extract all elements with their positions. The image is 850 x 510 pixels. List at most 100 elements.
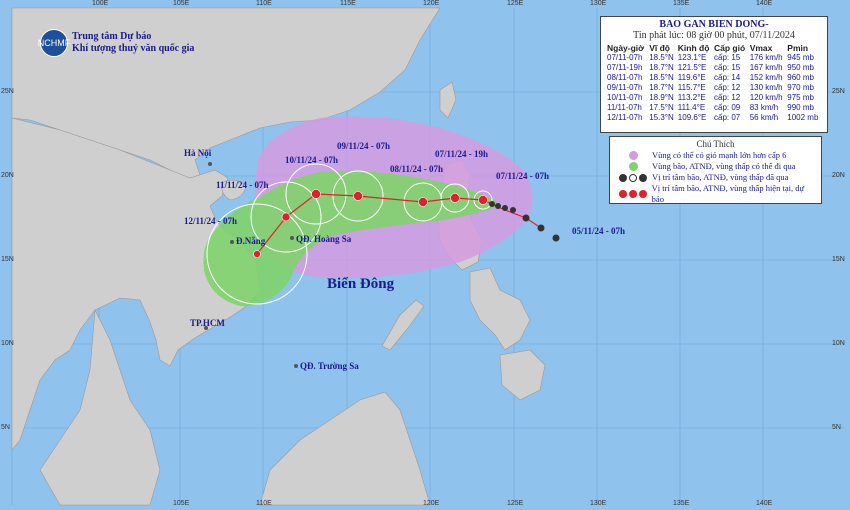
cell: 09/11-07h [607,83,643,92]
legend-item: Vùng bão, ATNĐ, vùng thấp có thể đi qua [614,161,817,172]
legend-label: Vị trí tâm bão, ATNĐ, vùng thấp đã qua [652,172,789,182]
cell: 1002 mb [787,113,819,122]
label-danang: Đ.Nẵng [236,236,266,246]
track-label-08-11-07h: 08/11/24 - 07h [390,164,444,174]
cell: 945 mb [787,53,814,62]
tick-left-25n: 25N [1,88,14,95]
table-row: 11/11-07h 17.5°N 111.4°E cấp: 09 83 km/h 990 … [606,103,822,113]
table-row: 10/11-07h 18.9°N 113.2°E cấp: 12 120 km/h 975… [606,93,822,103]
legend-item: Vị trí tâm bão, ATNĐ, vùng thấp đã qua [614,172,817,183]
cell: 975 mb [787,93,814,102]
cell: 111.4°E [677,103,706,112]
track-label-09-11-07h: 09/11/24 - 07h [337,141,391,151]
cell: 56 km/h [749,113,779,122]
tick-right-25n: 25N [832,88,845,95]
track-label-10-11-07h: 10/11/24 - 07h [285,155,339,165]
cell: 167 km/h [749,63,783,72]
label-bien-dong: Biển Đông [327,276,395,292]
cell: 18.7°N [649,63,674,72]
agency-line1: Trung tâm Dự báo [72,31,152,42]
cell: 07/11-07h [607,53,643,62]
cell: 152 km/h [749,73,783,82]
cell: 130 km/h [749,83,783,92]
label-hcm: TP.HCM [190,318,225,328]
cell: cấp: 14 [714,73,741,82]
forecast-storm-icon [618,190,627,198]
past-storm-icon [619,173,627,182]
tick-right-10n: 10N [832,340,845,347]
cell: 960 mb [787,73,814,82]
cell: 12/11-07h [607,113,643,122]
legend-item: Vị trí tâm bão, ATNĐ, vùng thấp hiện tại… [614,183,817,205]
table-row: 07/11-07h 18.5°N 123.1°E cấp: 15 176 km/h 945… [606,53,822,63]
past-depression-icon [629,173,637,182]
cell: 17.5°N [649,103,674,112]
tick-bottom-125e: 125E [507,500,524,507]
label-hanoi: Hà Nội [184,148,212,158]
cell: 07/11-19h [607,63,643,72]
cell: 990 mb [787,103,814,112]
cell: cấp: 15 [714,63,741,72]
bulletin-header-row: Ngày-giờ Vĩ độ Kinh độ Cấp gió Vmax Pmin [606,43,822,53]
cell: 08/11-07h [607,73,643,82]
tick-left-20n: 20N [1,172,14,179]
cell: 18.9°N [649,93,674,102]
bulletin-title: BAO GAN BIEN DONG- [659,19,769,30]
track-label-07-11-19h: 07/11/24 - 19h [435,149,489,159]
tick-left-15n: 15N [1,256,14,263]
forecast-depression-icon [628,190,637,198]
bulletin-issued: Tin phát lúc: 08 giờ 00 phút, 07/11/2024 [633,30,795,41]
cell: 18.7°N [649,83,674,92]
legend-item: Vùng có thể có gió mạnh lớn hơn cấp 6 [614,150,817,161]
cell: 109.6°E [677,113,707,122]
header-cell: Cấp gió [714,43,746,53]
legend-box: Chú Thích Vùng có thể có gió mạnh lớn hơ… [609,136,822,204]
cell: 113.2°E [677,93,706,102]
tick-bottom-105e: 105E [173,500,190,507]
table-row: 09/11-07h 18.7°N 115.7°E cấp: 12 130 km/h 970… [606,83,822,93]
tick-top-120e: 120E [423,0,440,7]
header-cell: Kinh độ [677,43,710,53]
tick-left-10n: 10N [1,340,14,347]
cell: 970 mb [787,83,814,92]
tick-top-100e: 100E [92,0,109,7]
legend-label: Vị trí tâm bão, ATNĐ, vùng thấp hiện tại… [651,183,805,204]
legend-label: Vùng bão, ATNĐ, vùng thấp có thể đi qua [652,161,796,171]
table-row: 12/11-07h 15.3°N 109.6°E cấp: 07 56 km/h 1002… [606,113,822,123]
cell: cấp: 07 [714,113,741,122]
tick-bottom-110e: 110E [256,500,272,507]
label-truongsa: QĐ. Trường Sa [300,361,359,371]
cell: 176 km/h [749,53,783,62]
track-label-12-11-07h: 12/11/24 - 07h [184,216,238,226]
header-cell: Pmin [787,43,809,53]
tick-right-20n: 20N [832,172,845,179]
cell: cấp: 09 [714,103,741,112]
tick-top-125e: 125E [507,0,524,7]
header-cell: Vmax [749,43,773,53]
tick-top-135e: 135E [673,0,690,7]
tick-bottom-135e: 135E [673,500,690,507]
cell: 119.6°E [677,73,706,82]
cell: 950 mb [787,63,814,72]
agency-line2: Khí tượng thuỷ văn quốc gia [72,43,195,54]
track-label-11-11-07h: 11/11/24 - 07h [216,180,269,190]
tick-top-115e: 115E [340,0,356,7]
tick-top-130e: 130E [590,0,607,7]
agency-header: NCHMF Trung tâm Dự báo Khí tượng thuỷ vă… [38,29,195,57]
tick-bottom-140e: 140E [756,500,773,507]
legend-label: Vùng có thể có gió mạnh lớn hơn cấp 6 [652,150,787,160]
tick-bottom-120e: 120E [423,500,440,507]
table-row: 08/11-07h 18.5°N 119.6°E cấp: 14 152 km/h 960… [606,73,822,83]
tick-left-5n: 5N [1,424,10,431]
cell: 18.5°N [649,73,674,82]
header-cell: Ngày-giờ [607,43,645,53]
track-label-07-11-07h: 07/11/24 - 07h [496,171,550,181]
cell: cấp: 15 [714,53,741,62]
tick-top-105e: 105E [173,0,190,7]
cell: 11/11-07h [607,103,642,112]
cell: cấp: 12 [714,93,741,102]
track-label-05-11-07h: 05/11/24 - 07h [572,226,626,236]
cell: 121.5°E [677,63,707,72]
cell: 120 km/h [749,93,783,102]
tick-top-140e: 140E [756,0,773,7]
